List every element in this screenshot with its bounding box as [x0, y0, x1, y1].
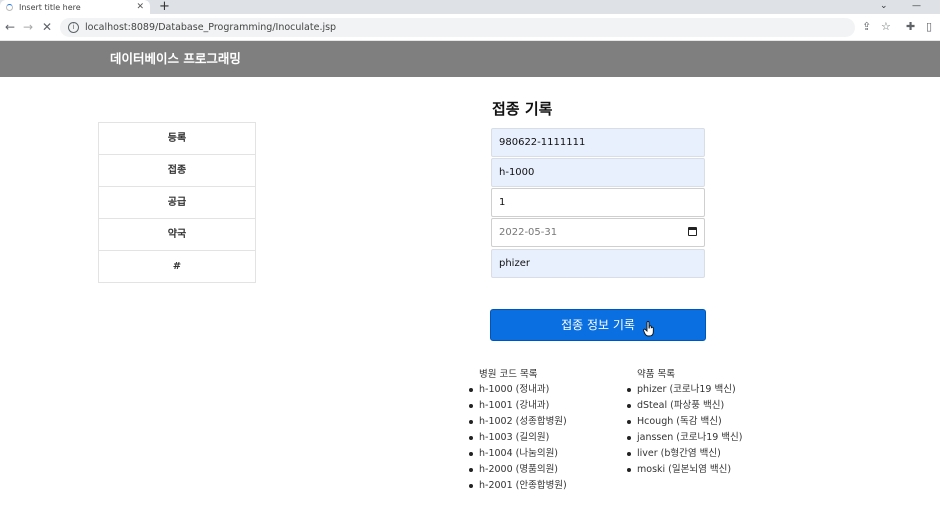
list-item: h-2000 (명품의원): [469, 462, 567, 478]
tab-search-icon[interactable]: ⌄: [880, 0, 888, 12]
side-menu-item-supply[interactable]: 공급: [98, 186, 256, 219]
list-item: h-1002 (성종합병원): [469, 414, 567, 430]
share-icon[interactable]: ⇪: [862, 14, 871, 40]
page-header-title: 데이터베이스 프로그래밍: [110, 51, 241, 66]
side-menu: 등록 접종 공급 약국 #: [98, 122, 256, 283]
site-info-icon[interactable]: i: [68, 22, 79, 33]
back-icon[interactable]: ←: [5, 14, 15, 40]
submit-inoculation-button[interactable]: 접종 정보 기록: [490, 309, 706, 341]
list-item: liver (b형간염 백신): [627, 446, 743, 462]
calendar-icon[interactable]: [688, 227, 697, 236]
list-item: dSteal (파상풍 백신): [627, 398, 743, 414]
vaccine-list-title: 약품 목록: [637, 369, 675, 380]
list-item: h-1001 (강내과): [469, 398, 567, 414]
tab-close-icon[interactable]: ✕: [136, 0, 144, 14]
list-item: h-2001 (안종합병원): [469, 478, 567, 494]
side-menu-item-inoculate[interactable]: 접종: [98, 154, 256, 187]
list-item: Hcough (독감 백신): [627, 414, 743, 430]
hospital-code-input[interactable]: h-1000: [491, 158, 705, 187]
address-bar[interactable]: i localhost:8089/Database_Programming/In…: [60, 18, 855, 37]
extensions-icon[interactable]: ✚: [906, 14, 915, 40]
side-menu-item-register[interactable]: 등록: [98, 122, 256, 155]
stop-loading-icon[interactable]: ✕: [42, 14, 52, 40]
loading-spinner-icon: [6, 3, 13, 11]
list-item: h-1004 (나눔의원): [469, 446, 567, 462]
url-text[interactable]: localhost:8089/Database_Programming/Inoc…: [85, 22, 336, 33]
hospital-code-list: 병원 코드 목록 h-1000 (정내과) h-1001 (강내과) h-100…: [469, 366, 567, 494]
date-input[interactable]: 2022-05-31: [491, 218, 705, 247]
vaccine-list: 약품 목록 phizer (코로나19 백신) dSteal (파상풍 백신) …: [627, 366, 743, 478]
list-item: moski (일본뇌염 백신): [627, 462, 743, 478]
side-menu-item-hash[interactable]: #: [98, 250, 256, 283]
form-title: 접종 기록: [492, 100, 553, 118]
side-panel-icon[interactable]: ▯: [926, 14, 932, 40]
list-item: h-1000 (정내과): [469, 382, 567, 398]
browser-tab[interactable]: Insert title here ✕: [0, 0, 150, 14]
list-item: phizer (코로나19 백신): [627, 382, 743, 398]
dose-input[interactable]: 1: [491, 188, 705, 217]
side-menu-item-pharmacy[interactable]: 약국: [98, 218, 256, 251]
bookmark-star-icon[interactable]: ☆: [881, 14, 891, 40]
new-tab-button[interactable]: +: [159, 0, 170, 13]
forward-icon[interactable]: →: [23, 14, 33, 40]
resident-id-input[interactable]: 980622-1111111: [491, 128, 705, 157]
minimize-icon[interactable]: —: [912, 0, 921, 12]
hospital-list-title: 병원 코드 목록: [479, 369, 538, 380]
list-item: h-1003 (길의원): [469, 430, 567, 446]
date-value: 2022-05-31: [499, 227, 558, 238]
list-item: janssen (코로나19 백신): [627, 430, 743, 446]
vaccine-input[interactable]: phizer: [491, 249, 705, 278]
hand-cursor-icon: [643, 321, 654, 337]
tab-title: Insert title here: [19, 2, 81, 12]
